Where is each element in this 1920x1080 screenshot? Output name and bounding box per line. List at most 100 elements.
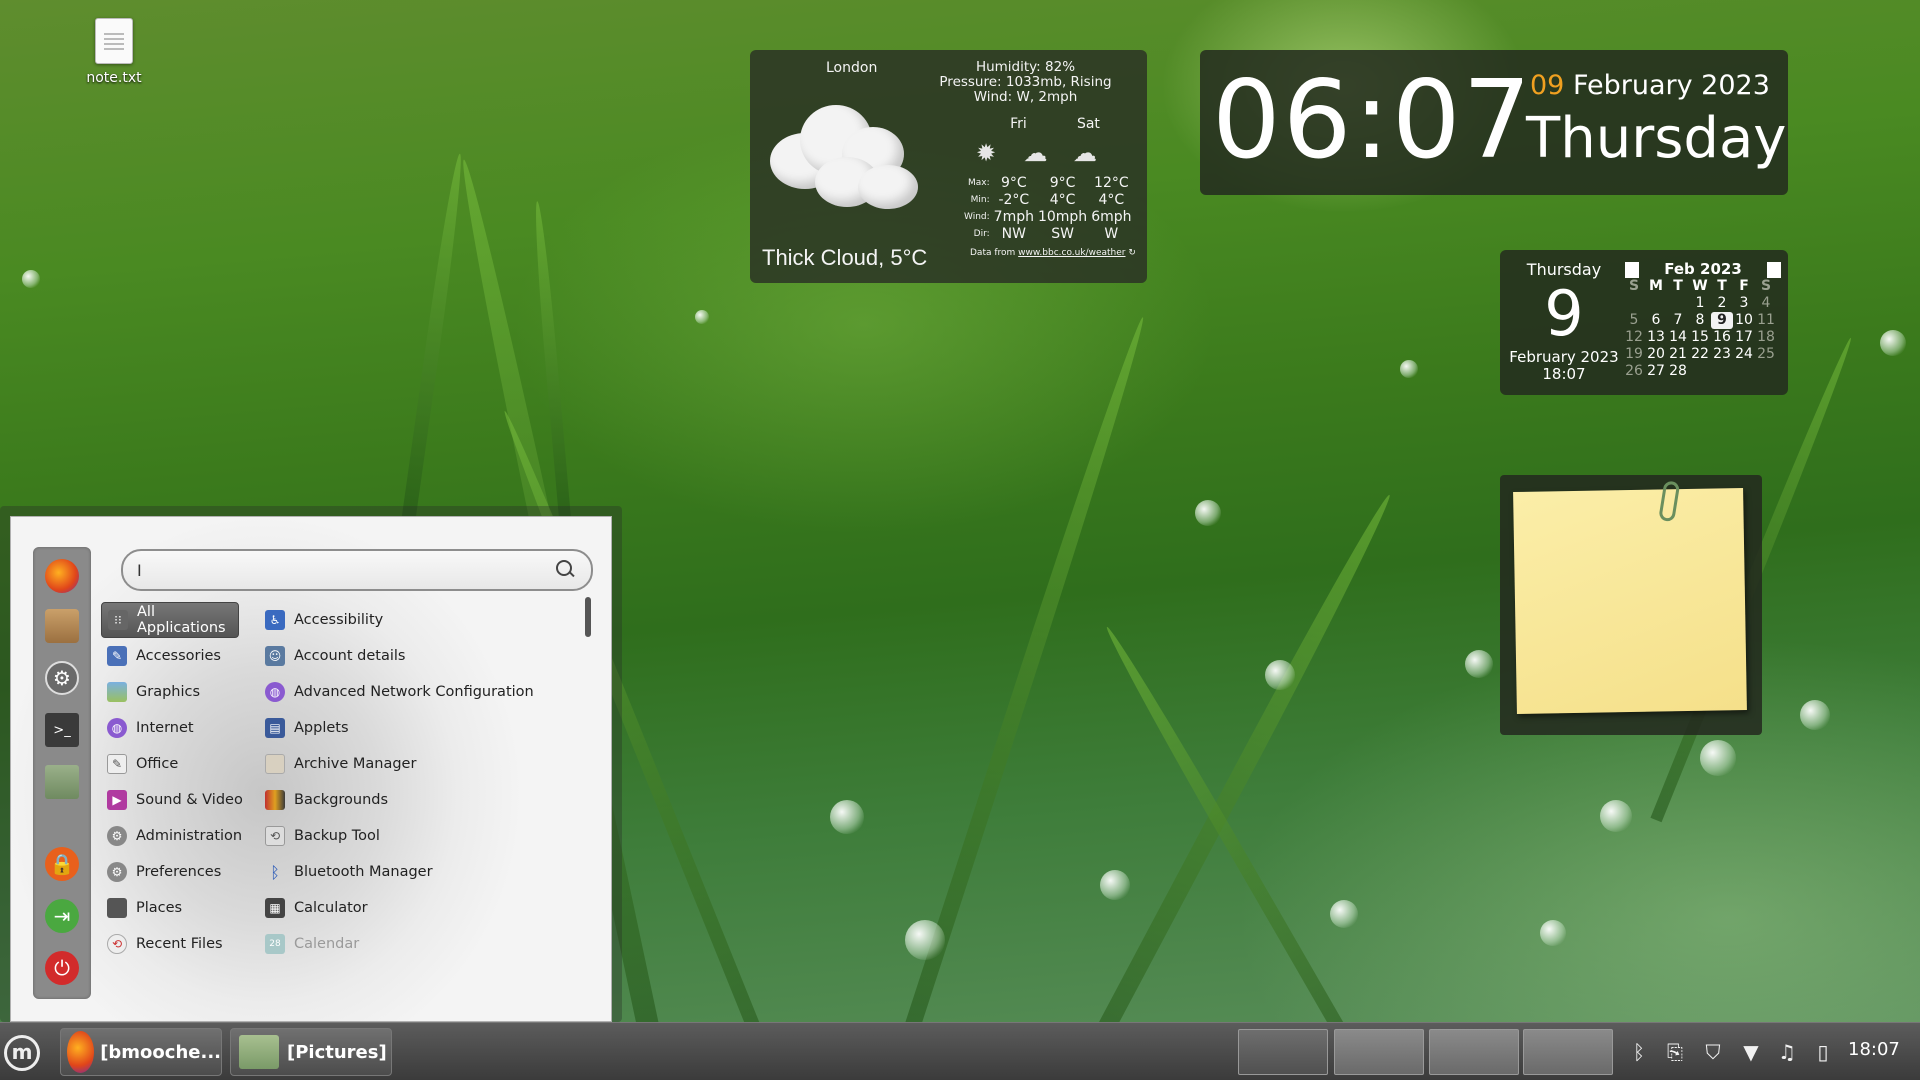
software-manager-icon[interactable] xyxy=(45,609,79,643)
bluetooth-icon[interactable]: ᛒ xyxy=(1626,1037,1652,1067)
category-office[interactable]: ✎ Office xyxy=(101,746,251,782)
calendar-day[interactable]: 1 xyxy=(1689,295,1711,312)
task-files[interactable]: [Pictures] xyxy=(230,1028,392,1076)
task-label: [Pictures] xyxy=(287,1041,387,1063)
files-icon[interactable] xyxy=(45,765,79,799)
app-backgrounds[interactable]: Backgrounds xyxy=(259,782,589,818)
category-recent-files[interactable]: ⟲ Recent Files xyxy=(101,926,251,962)
calendar-day[interactable]: 3 xyxy=(1733,295,1755,312)
taskbar-clock[interactable]: 18:07 xyxy=(1848,1039,1900,1060)
folder-icon xyxy=(107,898,127,918)
weather-city: London xyxy=(826,60,878,76)
app-accessibility[interactable]: ♿ Accessibility xyxy=(259,602,589,638)
search-input[interactable] xyxy=(121,549,593,591)
next-month-button[interactable] xyxy=(1767,262,1781,278)
calendar-day xyxy=(1623,295,1645,312)
weather-source-prefix: Data from xyxy=(970,248,1019,258)
calendar-day[interactable]: 26 xyxy=(1623,363,1645,380)
forecast-day-fri: Fri xyxy=(1010,116,1027,132)
calendar-day[interactable]: 15 xyxy=(1689,329,1711,346)
wifi-icon[interactable]: ▼ xyxy=(1738,1037,1764,1067)
category-administration[interactable]: ⚙ Administration xyxy=(101,818,251,854)
prev-month-button[interactable] xyxy=(1625,262,1639,278)
calendar-day[interactable]: 16 xyxy=(1711,329,1733,346)
calendar-day[interactable]: 12 xyxy=(1623,329,1645,346)
weather-wind: Wind: W, 2mph xyxy=(973,89,1078,105)
calendar-day[interactable]: 13 xyxy=(1645,329,1667,346)
workspace-2[interactable] xyxy=(1334,1029,1424,1075)
archive-icon xyxy=(265,754,285,774)
calendar-day[interactable]: 9 xyxy=(1711,312,1733,329)
category-places[interactable]: Places xyxy=(101,890,251,926)
refresh-icon[interactable]: ↻ xyxy=(1128,248,1136,258)
sound-icon[interactable]: ♫ xyxy=(1774,1037,1800,1067)
calendar-day[interactable]: 27 xyxy=(1645,363,1667,380)
calendar-day[interactable]: 22 xyxy=(1689,346,1711,363)
task-firefox[interactable]: [bmooche... xyxy=(60,1028,222,1076)
app-bluetooth-manager[interactable]: ᛒ Bluetooth Manager xyxy=(259,854,589,890)
category-label: Administration xyxy=(136,828,243,844)
workspace-3[interactable] xyxy=(1429,1029,1519,1075)
workspace-4[interactable] xyxy=(1523,1029,1613,1075)
calendar-day xyxy=(1755,363,1777,380)
category-preferences[interactable]: ⚙ Preferences xyxy=(101,854,251,890)
task-label: [bmooche... xyxy=(100,1041,221,1063)
terminal-icon[interactable]: >_ xyxy=(45,713,79,747)
fri-max: 9°C xyxy=(1049,175,1076,191)
battery-icon[interactable]: ▯ xyxy=(1810,1037,1836,1067)
fri-dir: SW xyxy=(1051,226,1074,242)
sat-wind: 6mph xyxy=(1091,209,1132,225)
weather-pressure: Pressure: 1033mb, Rising xyxy=(939,74,1112,90)
clipboard-icon[interactable]: ⎘ xyxy=(1662,1037,1688,1067)
category-sound-video[interactable]: ▶ Sound & Video xyxy=(101,782,251,818)
app-applets[interactable]: ▤ Applets xyxy=(259,710,589,746)
calendar-day[interactable]: 28 xyxy=(1667,363,1689,380)
calendar-day[interactable]: 17 xyxy=(1733,329,1755,346)
calendar-day[interactable]: 19 xyxy=(1623,346,1645,363)
app-label: Bluetooth Manager xyxy=(294,864,433,880)
calendar-day[interactable]: 2 xyxy=(1711,295,1733,312)
category-graphics[interactable]: Graphics xyxy=(101,674,251,710)
power-icon[interactable]: ⏻ xyxy=(45,951,79,985)
app-advanced-network-configuration[interactable]: ◍ Advanced Network Configuration xyxy=(259,674,589,710)
calendar-day[interactable]: 10 xyxy=(1733,312,1755,329)
lock-icon[interactable]: 🔒 xyxy=(45,847,79,881)
desktop-file-note[interactable]: note.txt xyxy=(78,18,150,86)
app-calendar[interactable]: 28 Calendar xyxy=(259,926,589,962)
category-internet[interactable]: ◍ Internet xyxy=(101,710,251,746)
sat-max: 12°C xyxy=(1094,175,1129,191)
settings-icon[interactable]: ⚙ xyxy=(45,661,79,695)
logout-icon[interactable]: ⇥ xyxy=(45,899,79,933)
app-calculator[interactable]: ▦ Calculator xyxy=(259,890,589,926)
calendar-day[interactable]: 24 xyxy=(1733,346,1755,363)
calendar-day[interactable]: 7 xyxy=(1667,312,1689,329)
paperclip-icon xyxy=(1658,480,1681,523)
calendar-day[interactable]: 18 xyxy=(1755,329,1777,346)
app-archive-manager[interactable]: Archive Manager xyxy=(259,746,589,782)
weather-source-link[interactable]: www.bbc.co.uk/weather xyxy=(1018,248,1125,258)
calendar-day[interactable]: 25 xyxy=(1755,346,1777,363)
calendar-day[interactable]: 8 xyxy=(1689,312,1711,329)
dew-drop xyxy=(1600,800,1632,832)
calendar-day[interactable]: 14 xyxy=(1667,329,1689,346)
app-backup-tool[interactable]: ⟲ Backup Tool xyxy=(259,818,589,854)
firefox-icon[interactable] xyxy=(45,559,79,593)
calendar-day[interactable]: 11 xyxy=(1755,312,1777,329)
calendar-day[interactable]: 5 xyxy=(1623,312,1645,329)
workspace-1[interactable] xyxy=(1238,1029,1328,1075)
category-label: Places xyxy=(136,900,183,916)
sticky-note[interactable] xyxy=(1513,480,1747,714)
calendar-day[interactable]: 4 xyxy=(1755,295,1777,312)
shield-icon[interactable]: ⛉ xyxy=(1700,1037,1726,1067)
calendar-dow: S xyxy=(1760,278,1772,294)
category-accessories[interactable]: ✎ Accessories xyxy=(101,638,251,674)
calendar-day[interactable]: 23 xyxy=(1711,346,1733,363)
category-all-applications[interactable]: ⁝⁝ All Applications xyxy=(101,602,239,638)
calendar-day[interactable]: 6 xyxy=(1645,312,1667,329)
calendar-day[interactable]: 20 xyxy=(1645,346,1667,363)
menu-button[interactable]: m xyxy=(4,1035,40,1071)
calendar-day[interactable]: 21 xyxy=(1667,346,1689,363)
app-account-details[interactable]: ☺ Account details xyxy=(259,638,589,674)
search-icon[interactable] xyxy=(555,559,575,579)
dew-drop xyxy=(1800,700,1830,730)
